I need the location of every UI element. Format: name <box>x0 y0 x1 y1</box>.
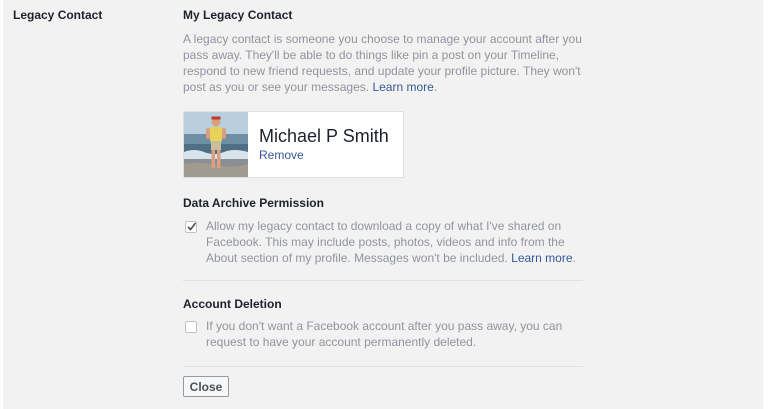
data-archive-text: Allow my legacy contact to download a co… <box>206 219 576 265</box>
divider <box>183 280 583 281</box>
checkmark-icon <box>187 222 197 231</box>
settings-panel: Legacy Contact My Legacy Contact A legac… <box>3 0 763 409</box>
contact-name: Michael P Smith <box>259 126 389 146</box>
contact-photo <box>184 112 248 177</box>
data-archive-learn-more-link[interactable]: Learn more <box>511 251 572 265</box>
account-deletion-checkbox[interactable] <box>185 321 197 333</box>
section-label: Legacy Contact <box>13 8 103 22</box>
legacy-contact-heading: My Legacy Contact <box>183 8 293 22</box>
legacy-contact-description: A legacy contact is someone you choose t… <box>183 32 582 94</box>
learn-more-link[interactable]: Learn more <box>372 80 433 94</box>
legacy-contact-card: Michael P Smith Remove <box>183 111 404 178</box>
close-button[interactable]: Close <box>183 376 229 397</box>
account-deletion-text: If you don't want a Facebook account aft… <box>206 319 563 349</box>
data-archive-heading: Data Archive Permission <box>183 196 324 210</box>
divider <box>183 366 583 367</box>
data-archive-checkbox[interactable] <box>185 221 197 233</box>
account-deletion-heading: Account Deletion <box>183 297 282 311</box>
remove-contact-link[interactable]: Remove <box>259 148 304 162</box>
